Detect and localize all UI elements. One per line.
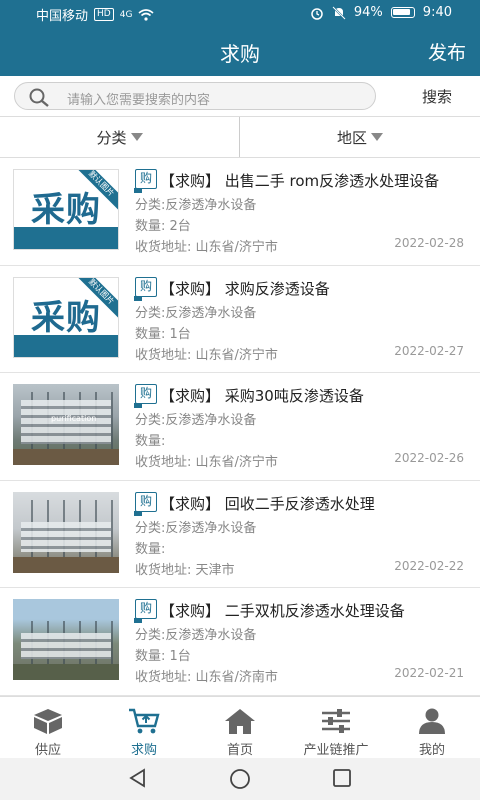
item-photo [13, 599, 119, 680]
list-item[interactable]: 购 【求购】 回收二手反渗透水处理 分类:反渗透净水设备 数量: 收货地址: 天… [0, 480, 480, 588]
item-title: 【求购】 二手双机反渗透水处理设备 [160, 602, 405, 620]
tab-industry-promotion[interactable]: 产业链推广 [288, 697, 384, 759]
item-quantity: 数量: 2台 [135, 219, 191, 234]
tab-supply[interactable]: 供应 [0, 697, 96, 759]
list-item[interactable]: purification 购 【求购】 采购30吨反渗透设备 分类:反渗透净水设… [0, 373, 480, 481]
box-icon [34, 709, 62, 734]
purchase-tag: 购 [134, 491, 157, 516]
item-thumbnail: 采购 默认图片 [13, 276, 119, 358]
item-date: 2022-02-28 [394, 236, 464, 250]
item-photo: purification [13, 384, 119, 465]
item-address: 收货地址: 山东省/济宁市 [135, 455, 278, 470]
alarm-icon [311, 7, 323, 20]
item-title: 【求购】 求购反渗透设备 [160, 279, 330, 298]
purchase-tag: 购 [134, 599, 157, 623]
item-thumbnail: 采购 默认图片 [13, 169, 119, 250]
item-category: 分类:反渗透净水设备 [135, 305, 257, 321]
item-category: 分类:反渗透净水设备 [135, 628, 257, 643]
item-title: 【求购】 采购30吨反渗透设备 [160, 387, 364, 405]
tab-industry-promotion-label: 产业链推广 [303, 743, 369, 758]
search-bar: 请输入您需要搜索的内容 搜索 [0, 76, 480, 116]
tab-mine[interactable]: 我的 [384, 697, 480, 759]
tab-purchase-label: 求购 [130, 743, 157, 758]
purchase-tag: 购 [134, 276, 157, 301]
item-quantity: 数量: [135, 434, 166, 449]
item-category: 分类:反渗透净水设备 [135, 520, 257, 536]
caret-down-icon [130, 133, 143, 141]
page-title: 求购 [220, 42, 260, 66]
sliders-icon [322, 709, 350, 733]
clock: 9:40 [422, 5, 452, 20]
item-photo [13, 491, 119, 573]
user-icon [419, 708, 445, 734]
item-address: 收货地址: 天津市 [135, 562, 235, 578]
item-title: 【求购】 出售二手 rom反渗透水处理设备 [160, 172, 440, 190]
list-item[interactable]: 采购 默认图片 购 【求购】 求购反渗透设备 分类:反渗透净水设备 数量: 1台… [0, 265, 480, 373]
item-title: 【求购】 回收二手反渗透水处理 [160, 494, 375, 513]
item-quantity: 数量: 1台 [135, 326, 191, 342]
list-item[interactable]: 采购 默认图片 购 【求购】 出售二手 rom反渗透水处理设备 分类:反渗透净水… [0, 158, 480, 266]
item-address: 收货地址: 山东省/济宁市 [135, 240, 278, 255]
filter-bar: 分类 地区 [0, 116, 480, 158]
tab-purchase[interactable]: 求购 [96, 697, 192, 759]
caret-down-icon [371, 133, 383, 141]
photo-ground [13, 556, 119, 573]
item-address: 收货地址: 山东省/济宁市 [135, 347, 278, 363]
search-placeholder: 请输入您需要搜索的内容 [67, 93, 211, 108]
item-category: 分类:反渗透净水设备 [135, 413, 257, 428]
network-type: 4G [119, 9, 133, 20]
search-icon [29, 88, 49, 107]
logo-band [14, 227, 118, 249]
carrier-name: 中国移动 [36, 9, 89, 24]
purchase-list: 采购 默认图片 购 【求购】 出售二手 rom反渗透水处理设备 分类:反渗透净水… [0, 158, 480, 696]
status-bar: 中国移动 HD 4G 94% 9:40 [0, 0, 480, 26]
list-item[interactable]: 购 【求购】 二手双机反渗透水处理设备 分类:反渗透净水设备 数量: 1台 收货… [0, 588, 480, 696]
hd-badge: HD [94, 8, 114, 21]
item-date: 2022-02-21 [394, 666, 464, 680]
home-nav-icon[interactable] [229, 768, 251, 790]
tab-mine-label: 我的 [418, 743, 445, 758]
search-button[interactable]: 搜索 [422, 86, 452, 107]
item-category: 分类:反渗透净水设备 [135, 198, 257, 213]
category-filter-label: 分类 [96, 128, 127, 147]
item-quantity: 数量: 1台 [135, 649, 191, 664]
category-filter[interactable]: 分类 [0, 117, 240, 157]
cart-icon [129, 708, 160, 734]
bottom-tab-bar: 供应 求购 首页 产业链推广 我的 [0, 696, 480, 758]
wifi-icon [138, 8, 154, 21]
item-quantity: 数量: [135, 541, 166, 557]
photo-ground [13, 449, 119, 465]
item-date: 2022-02-27 [394, 343, 464, 358]
mute-icon [332, 5, 346, 20]
battery-percent: 94% [353, 5, 383, 20]
region-filter-label: 地区 [336, 128, 367, 147]
home-icon [225, 709, 255, 734]
tab-home-label: 首页 [226, 743, 253, 758]
logo-band [14, 334, 118, 357]
back-icon[interactable] [128, 768, 148, 788]
photo-equipment [21, 521, 111, 552]
region-filter[interactable]: 地区 [240, 117, 480, 157]
search-input[interactable]: 请输入您需要搜索的内容 [14, 82, 376, 110]
item-address: 收货地址: 山东省/济南市 [135, 670, 278, 685]
title-bar: 求购 发布 [0, 26, 480, 76]
publish-button[interactable]: 发布 [428, 38, 466, 65]
photo-equipment [21, 633, 111, 659]
system-nav-bar [0, 758, 480, 800]
purchase-tag: 购 [134, 169, 157, 193]
tab-home[interactable]: 首页 [192, 697, 288, 759]
battery-icon [390, 7, 415, 18]
purchase-tag: 购 [134, 384, 157, 408]
tab-supply-label: 供应 [34, 743, 61, 758]
item-date: 2022-02-26 [394, 451, 464, 465]
photo-watermark: purification [51, 414, 97, 423]
recents-icon[interactable] [332, 768, 352, 788]
photo-ground [13, 664, 119, 680]
item-date: 2022-02-22 [394, 558, 464, 573]
